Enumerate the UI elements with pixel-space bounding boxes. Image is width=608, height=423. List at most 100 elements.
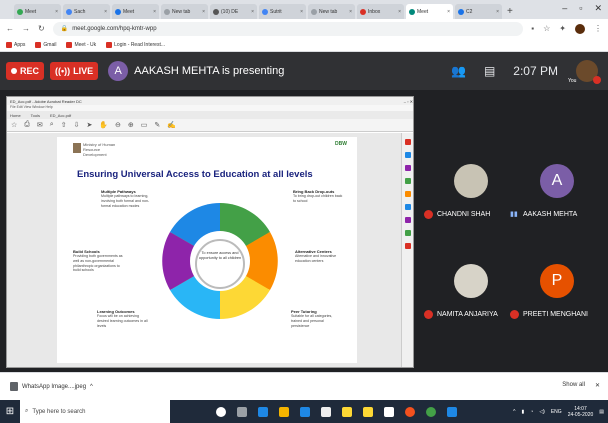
cortana-icon[interactable] — [216, 406, 226, 417]
tab-close-icon[interactable]: × — [104, 9, 107, 15]
pdf-sign-icon: ✍ — [167, 122, 176, 129]
close-downloads-button[interactable]: ✕ — [595, 382, 600, 389]
task-view-icon[interactable] — [237, 406, 247, 417]
notifications-icon[interactable]: ▤ — [599, 409, 604, 415]
url-text: meet.google.com/hpq-kmtr-wpp — [72, 25, 157, 32]
taskbar-apps — [216, 406, 457, 417]
bookmark-icon — [106, 41, 113, 48]
tab-close-icon[interactable]: × — [300, 9, 303, 15]
tab-close-icon[interactable]: × — [398, 9, 401, 15]
pdf-create-icon[interactable] — [404, 152, 411, 158]
back-icon[interactable]: ← — [6, 24, 14, 33]
tab-close-icon[interactable]: × — [496, 9, 499, 15]
tray-date: 24-05-2020 — [567, 411, 594, 418]
pdf-optimize-icon[interactable] — [404, 230, 411, 236]
browser-tab[interactable]: New tab × — [308, 4, 355, 19]
tab-close-icon[interactable]: × — [251, 9, 254, 15]
ministry-logo: Ministry of Human Resource Development — [73, 142, 123, 157]
browser-tab[interactable]: Meet × — [406, 4, 453, 19]
windows-start-icon[interactable]: ⊞ — [0, 400, 20, 423]
browser-tab[interactable]: Sach × — [63, 4, 110, 19]
volume-icon[interactable]: ◁) — [539, 409, 545, 415]
file-explorer-icon[interactable] — [279, 406, 289, 417]
profile-avatar[interactable] — [575, 23, 585, 34]
minimize-button[interactable]: – — [562, 3, 567, 14]
app-icon[interactable] — [405, 406, 415, 417]
edge-icon[interactable] — [258, 406, 268, 417]
pdf-organize-icon[interactable] — [404, 191, 411, 197]
live-indicator: ((•)) LIVE — [50, 62, 99, 80]
pdf-pen-icon: ✎ — [154, 122, 161, 129]
tab-label: (10) DE — [221, 8, 239, 15]
browser-tab[interactable]: (10) DE × — [210, 4, 257, 19]
tab-label: Sach — [74, 8, 86, 15]
language-indicator[interactable]: ENG — [551, 409, 562, 415]
shared-screen[interactable]: ED_Acc.pdf - Adobe Acrobat Reader DC – ▫… — [6, 96, 414, 368]
app-icon[interactable] — [321, 406, 331, 417]
maximize-button[interactable]: ▫ — [579, 3, 582, 14]
url-field[interactable]: 🔒 meet.google.com/hpq-kmtr-wpp — [52, 21, 524, 36]
self-view-avatar[interactable]: You — [568, 60, 601, 84]
participant-tile[interactable]: NAMITA ANJARIYA — [424, 264, 520, 324]
tab-favicon-icon — [311, 8, 317, 15]
pdf-more-tools-icon[interactable] — [404, 243, 411, 249]
browser-tab[interactable]: New tab × — [161, 4, 208, 19]
bookmark-icon — [6, 41, 12, 48]
tab-close-icon[interactable]: × — [55, 9, 58, 15]
new-tab-button[interactable]: + — [507, 6, 513, 17]
tab-close-icon[interactable]: × — [447, 9, 450, 15]
tab-favicon-icon — [115, 8, 121, 15]
menu-icon[interactable]: ⋮ — [594, 24, 602, 33]
bookmark-item[interactable]: Gmail — [35, 41, 56, 48]
star-icon[interactable]: ☆ — [543, 24, 550, 33]
participant-avatar — [454, 164, 488, 198]
app-icon[interactable] — [363, 406, 373, 417]
bookmark-item[interactable]: Meet - Uk — [66, 41, 96, 48]
pdf-print-icon: ⎙ — [24, 121, 30, 128]
pdf-edit-icon[interactable] — [404, 165, 411, 171]
tab-close-icon[interactable]: × — [202, 9, 205, 15]
participant-tile[interactable]: A ▮▮ AAKASH MEHTA — [510, 164, 606, 224]
people-icon[interactable]: 👥 — [451, 64, 466, 78]
reload-icon[interactable]: ↻ — [38, 24, 45, 33]
chrome-icon[interactable] — [426, 406, 436, 417]
chat-icon[interactable]: ▤ — [484, 64, 495, 78]
participant-tile[interactable]: P PREETI MENGHANI — [510, 264, 606, 324]
forward-icon[interactable]: → — [22, 24, 30, 33]
settings-icon[interactable] — [384, 406, 394, 417]
bookmark-icon — [66, 41, 73, 48]
record-icon — [11, 68, 17, 74]
pdf-export-icon[interactable] — [404, 139, 411, 145]
browser-tab[interactable]: Meet × — [14, 4, 61, 19]
app-icon[interactable] — [447, 406, 457, 417]
extensions-icon[interactable]: ✦ — [559, 24, 566, 33]
box-text: Suitable for all categories, trained and… — [291, 314, 333, 328]
pdf-comment-panel-icon[interactable] — [404, 178, 411, 184]
bookmark-item[interactable]: Apps — [6, 41, 25, 48]
battery-icon[interactable]: ▮ — [522, 409, 525, 415]
tab-close-icon[interactable]: × — [153, 9, 156, 15]
download-item[interactable]: WhatsApp Image....jpeg ^ — [10, 382, 93, 391]
show-all-button[interactable]: Show all — [562, 382, 585, 389]
camera-icon[interactable]: ▪ — [531, 24, 534, 33]
taskbar-search[interactable]: ⌕ Type here to search — [20, 400, 170, 423]
taskbar-search-placeholder: Type here to search — [32, 408, 86, 415]
app-icon[interactable] — [342, 406, 352, 417]
speaking-icon: ▮▮ — [510, 211, 518, 218]
browser-tab[interactable]: C2 × — [455, 4, 502, 19]
tray-clock[interactable]: 14:07 24-05-2020 — [568, 406, 594, 418]
bookmark-item[interactable]: Login - Read Interest... — [106, 41, 165, 48]
store-icon[interactable] — [300, 406, 310, 417]
close-window-button[interactable]: ✕ — [594, 3, 602, 14]
tray-chevron-icon[interactable]: ^ — [513, 409, 515, 415]
browser-tab[interactable]: Sutrit × — [259, 4, 306, 19]
pdf-fill-sign-icon[interactable] — [404, 204, 411, 210]
tab-close-icon[interactable]: × — [349, 9, 352, 15]
browser-tab[interactable]: Meet × — [112, 4, 159, 19]
chevron-up-icon[interactable]: ^ — [90, 384, 93, 390]
downloads-bar: WhatsApp Image....jpeg ^ Show all ✕ — [0, 372, 608, 400]
pdf-protect-icon[interactable] — [404, 217, 411, 223]
participant-tile[interactable]: CHANDNI SHAH — [424, 164, 520, 224]
network-icon[interactable]: ◔ — [530, 409, 533, 415]
browser-tab[interactable]: Inbox × — [357, 4, 404, 19]
